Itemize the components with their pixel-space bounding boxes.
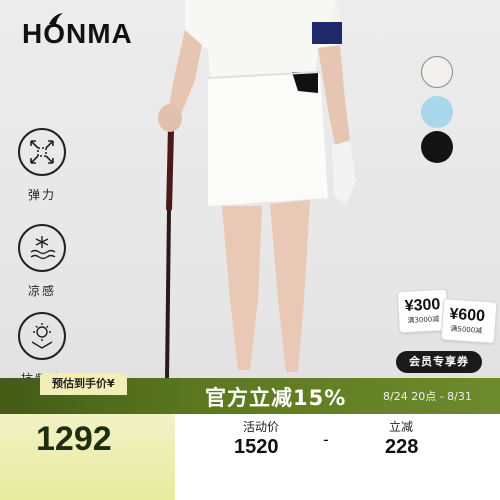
color-swatch-black[interactable]	[421, 131, 453, 163]
coupon-600[interactable]: ¥600 满5000减	[440, 298, 498, 344]
final-price: 1292	[36, 420, 112, 458]
discount-label: 立减	[389, 420, 414, 434]
promo-title: 官方立减15%	[205, 386, 347, 410]
presale-label: 预估到手价¥	[40, 373, 127, 395]
brand-logo: HONMA	[22, 18, 133, 49]
activity-price-value: 1520	[234, 436, 279, 458]
color-swatch-white[interactable]	[421, 56, 453, 88]
snowflake-cooling-icon	[18, 224, 66, 272]
coupon-condition: 满5000减	[450, 324, 483, 335]
feature-stretch: 弹力	[18, 128, 66, 203]
sun-protection-icon	[18, 312, 66, 360]
feature-label-stretch: 弹力	[27, 188, 56, 202]
promo-date-range: 8/24 20点 - 8/31	[383, 390, 472, 403]
coupon-amount: ¥300	[404, 296, 441, 315]
discount-value: 228	[385, 436, 419, 458]
stretch-arrows-icon	[18, 128, 66, 176]
logo-wing-icon	[49, 13, 63, 24]
feature-label-cooling: 凉感	[27, 284, 56, 298]
price-breakdown	[175, 414, 500, 500]
feature-cooling: 凉感	[18, 224, 66, 299]
activity-price-label: 活动价	[243, 420, 280, 434]
member-coupon-button[interactable]: 会员专享券	[396, 351, 482, 373]
color-swatch-blue[interactable]	[421, 96, 453, 128]
product-image: HONMA 弹力 凉感 ¥300 满3000减 ¥600 满5000减 会员专享…	[0, 0, 500, 500]
price-separator: -	[323, 430, 329, 449]
